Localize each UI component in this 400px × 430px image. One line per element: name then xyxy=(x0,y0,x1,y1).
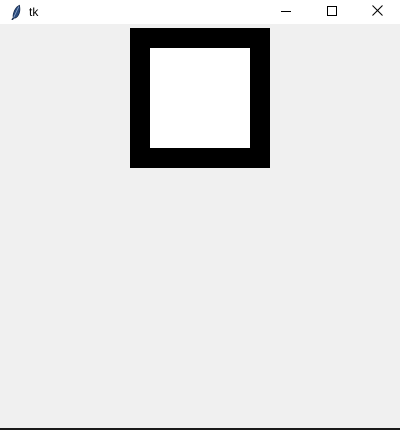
feather-icon xyxy=(9,4,23,21)
minimize-button[interactable] xyxy=(263,0,309,24)
minimize-icon xyxy=(281,3,291,21)
canvas-area[interactable] xyxy=(0,24,400,428)
white-square-fill xyxy=(150,48,250,148)
title-bar[interactable]: tk xyxy=(0,0,400,24)
close-button[interactable] xyxy=(354,0,400,24)
maximize-button[interactable] xyxy=(309,0,355,24)
maximize-icon xyxy=(327,3,337,21)
close-icon xyxy=(371,3,383,21)
tk-window: tk xyxy=(0,0,400,430)
black-square-outline xyxy=(130,28,270,168)
window-title: tk xyxy=(29,5,39,19)
